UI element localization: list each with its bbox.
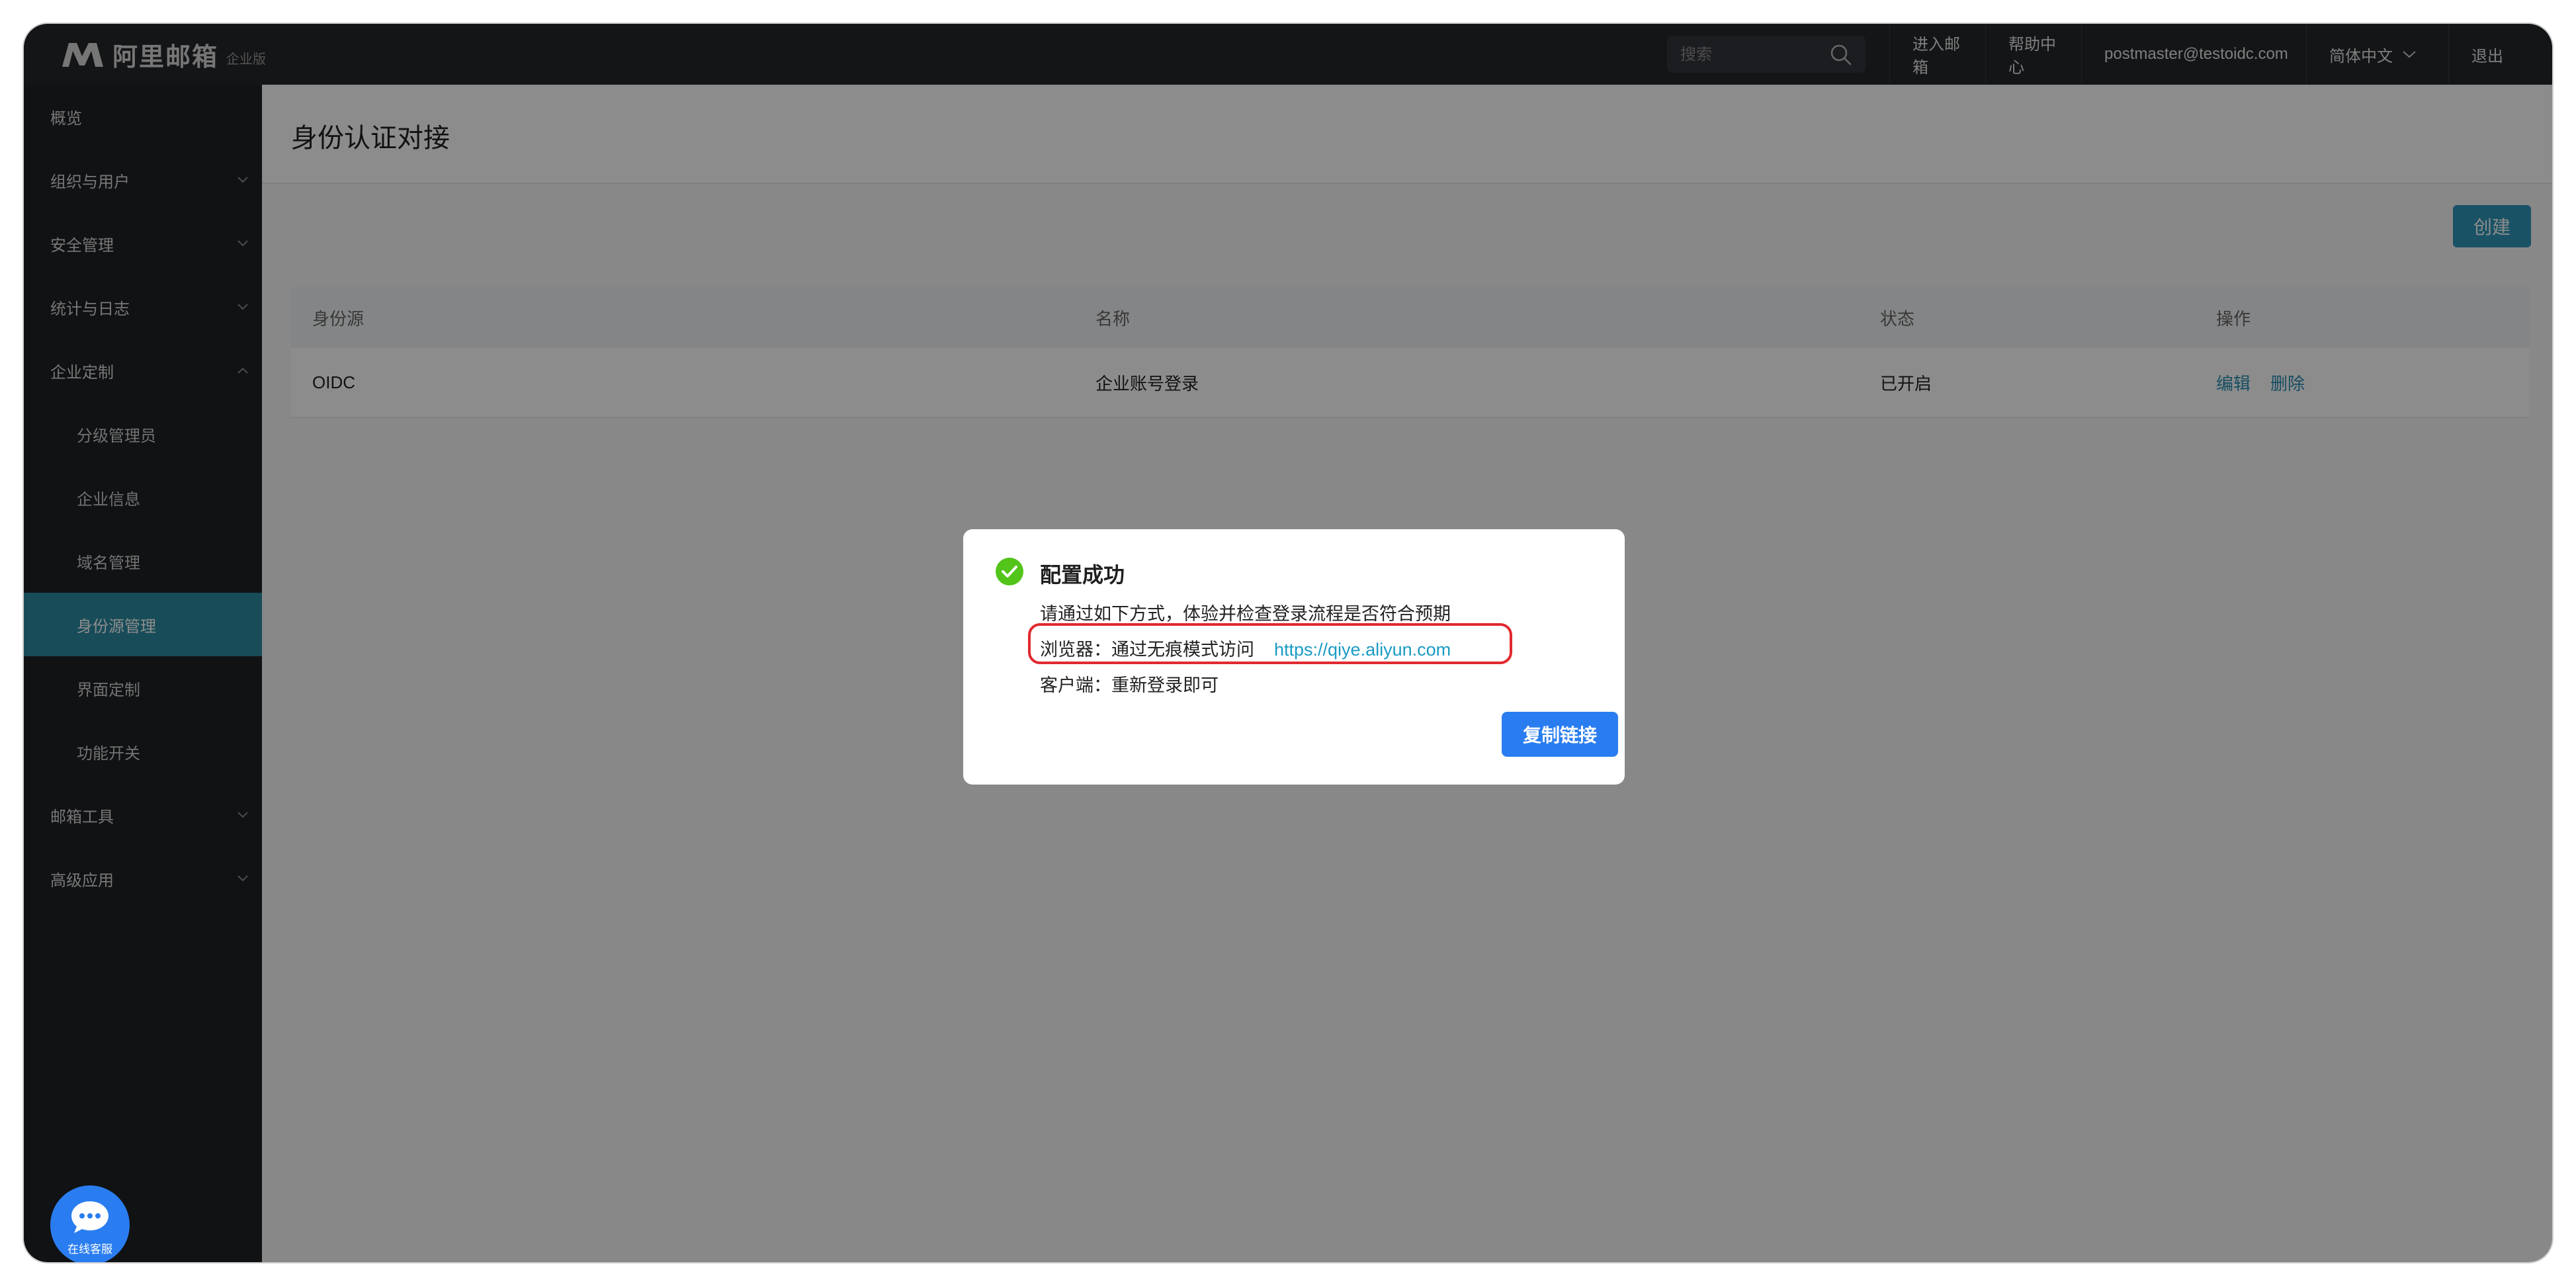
dialog-instruction: 请通过如下方式，体验并检查登录流程是否符合预期 xyxy=(1040,604,1451,624)
dialog-title: 配置成功 xyxy=(1040,563,1125,587)
dialog-client-line: 客户端：重新登录即可 xyxy=(1040,675,1219,695)
dialog-browser-line: 浏览器：通过无痕模式访问 https://qiye.aliyun.com xyxy=(1040,635,1451,661)
copy-link-button[interactable]: 复制链接 xyxy=(1502,712,1618,757)
chat-bubble-icon xyxy=(71,1201,108,1233)
app-window: 阿里邮箱 企业版 进入邮箱 帮助中心 postmaster@testoidc.c… xyxy=(24,24,2552,1262)
browser-label: 浏览器：通过无痕模式访问 xyxy=(1040,640,1254,660)
check-circle-icon xyxy=(996,558,1023,585)
online-support-button[interactable]: 在线客服 xyxy=(50,1185,130,1262)
success-dialog: 配置成功 请通过如下方式，体验并检查登录流程是否符合预期 浏览器：通过无痕模式访… xyxy=(963,529,1625,785)
online-support-label: 在线客服 xyxy=(67,1243,112,1256)
login-url-link[interactable]: https://qiye.aliyun.com xyxy=(1274,640,1451,660)
